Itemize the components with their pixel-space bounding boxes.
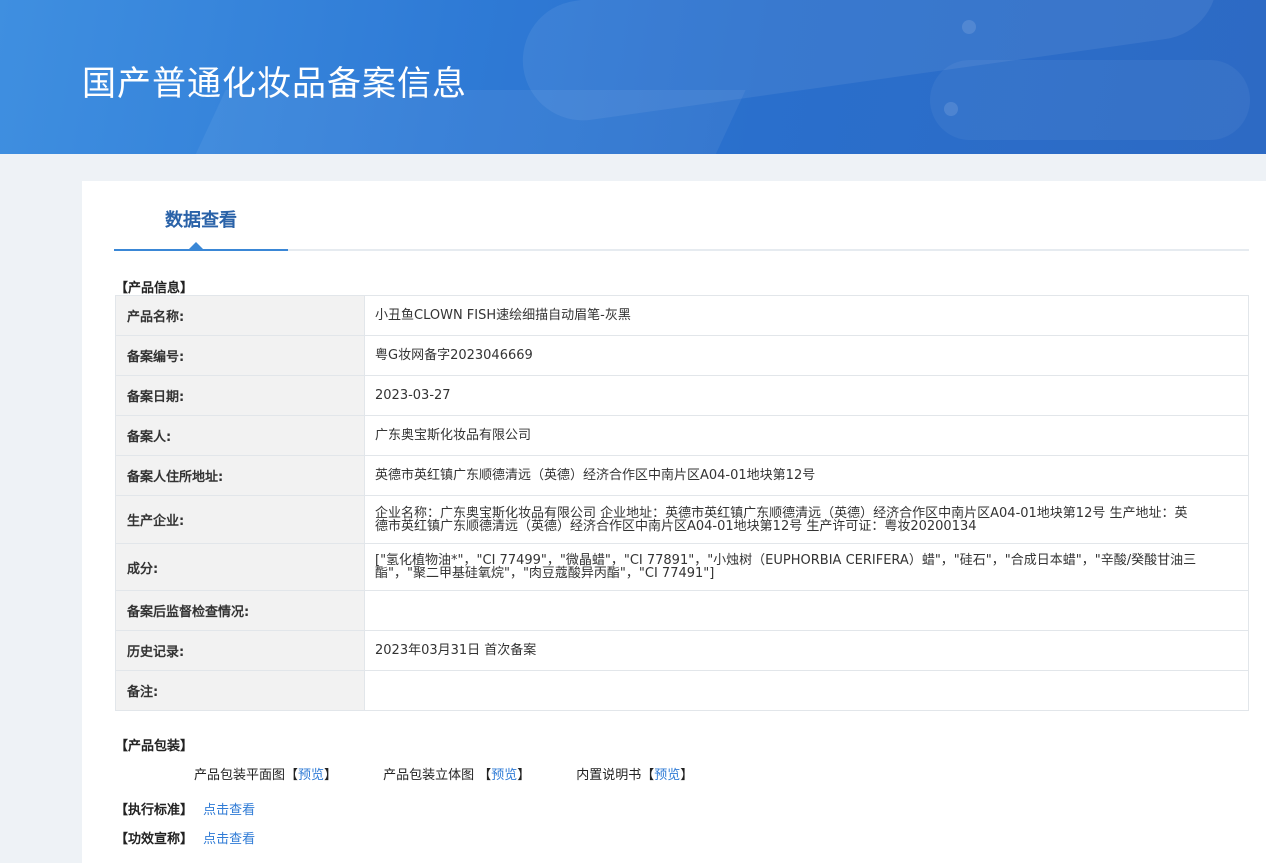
standard-label: 【执行标准】 (115, 803, 194, 818)
standard-row: 【执行标准】 点击查看 (115, 799, 255, 818)
header-banner: 国产普通化妆品备案信息 (0, 0, 1266, 154)
row-value: 2023年03月31日 首次备案 (364, 630, 1249, 671)
banner-decoration (930, 60, 1250, 140)
packaging-item: 内置说明书【预览】 (576, 768, 694, 783)
row-key: 产品名称: (115, 295, 365, 336)
row-key: 备案日期: (115, 375, 365, 416)
row-value: 企业名称：广东奥宝斯化妆品有限公司 企业地址：英德市英红镇广东顺德清远（英德）经… (364, 495, 1249, 544)
page-title: 国产普通化妆品备案信息 (82, 64, 467, 104)
table-row: 成分: ["氢化植物油*"，"CI 77499"，"微晶蜡"，"CI 77891… (115, 543, 1249, 591)
table-row: 备案后监督检查情况: (115, 590, 1249, 631)
tab-data-view[interactable]: 数据查看 (114, 181, 288, 251)
banner-decoration (962, 20, 976, 34)
product-info-table: 产品名称: 小丑鱼CLOWN FISH速绘细描自动眉笔-灰黑 备案编号: 粤G妆… (115, 295, 1249, 711)
packaging-item-label: 产品包装立体图 (383, 768, 479, 783)
packaging-item-label: 内置说明书 (576, 768, 642, 783)
row-key: 历史记录: (115, 630, 365, 671)
tab-caret-icon (189, 242, 203, 249)
content-card: 数据查看 【产品信息】 产品名称: 小丑鱼CLOWN FISH速绘细描自动眉笔-… (82, 181, 1266, 863)
row-key: 备案人住所地址: (115, 455, 365, 496)
table-row: 备案编号: 粤G妆网备字2023046669 (115, 335, 1249, 376)
row-value: 英德市英红镇广东顺德清远（英德）经济合作区中南片区A04-01地块第12号 (364, 455, 1249, 496)
packaging-item: 产品包装平面图【预览】 (194, 768, 338, 783)
packaging-item: 产品包装立体图 【预览】 (383, 768, 531, 783)
preview-link[interactable]: 预览 (298, 768, 324, 783)
packaging-items: 产品包装平面图【预览】 产品包装立体图 【预览】 内置说明书【预览】 (194, 764, 739, 783)
row-value: 2023-03-27 (364, 375, 1249, 416)
row-value: ["氢化植物油*"，"CI 77499"，"微晶蜡"，"CI 77891"，"小… (364, 543, 1249, 591)
product-info-label: 【产品信息】 (115, 281, 194, 296)
row-value (364, 670, 1249, 711)
packaging-item-label: 产品包装平面图 (194, 768, 286, 783)
packaging-label: 【产品包装】 (115, 739, 194, 754)
row-value: 广东奥宝斯化妆品有限公司 (364, 415, 1249, 456)
table-row: 生产企业: 企业名称：广东奥宝斯化妆品有限公司 企业地址：英德市英红镇广东顺德清… (115, 495, 1249, 544)
table-row: 备注: (115, 670, 1249, 711)
efficacy-label: 【功效宣称】 (115, 832, 194, 847)
row-value: 小丑鱼CLOWN FISH速绘细描自动眉笔-灰黑 (364, 295, 1249, 336)
tab-bar: 数据查看 (114, 181, 1249, 251)
standard-view-link[interactable]: 点击查看 (203, 803, 255, 818)
table-row: 备案人: 广东奥宝斯化妆品有限公司 (115, 415, 1249, 456)
banner-decoration (944, 102, 958, 116)
preview-link[interactable]: 预览 (654, 768, 680, 783)
efficacy-view-link[interactable]: 点击查看 (203, 832, 255, 847)
row-key: 备案后监督检查情况: (115, 590, 365, 631)
table-row: 备案人住所地址: 英德市英红镇广东顺德清远（英德）经济合作区中南片区A04-01… (115, 455, 1249, 496)
row-key: 备注: (115, 670, 365, 711)
table-row: 产品名称: 小丑鱼CLOWN FISH速绘细描自动眉笔-灰黑 (115, 295, 1249, 336)
table-row: 历史记录: 2023年03月31日 首次备案 (115, 630, 1249, 671)
table-row: 备案日期: 2023-03-27 (115, 375, 1249, 416)
row-value (364, 590, 1249, 631)
preview-link[interactable]: 预览 (491, 768, 517, 783)
row-value: 粤G妆网备字2023046669 (364, 335, 1249, 376)
row-key: 备案编号: (115, 335, 365, 376)
tab-label: 数据查看 (165, 210, 237, 231)
row-key: 成分: (115, 543, 365, 591)
efficacy-row: 【功效宣称】 点击查看 (115, 828, 255, 847)
row-key: 备案人: (115, 415, 365, 456)
row-key: 生产企业: (115, 495, 365, 544)
